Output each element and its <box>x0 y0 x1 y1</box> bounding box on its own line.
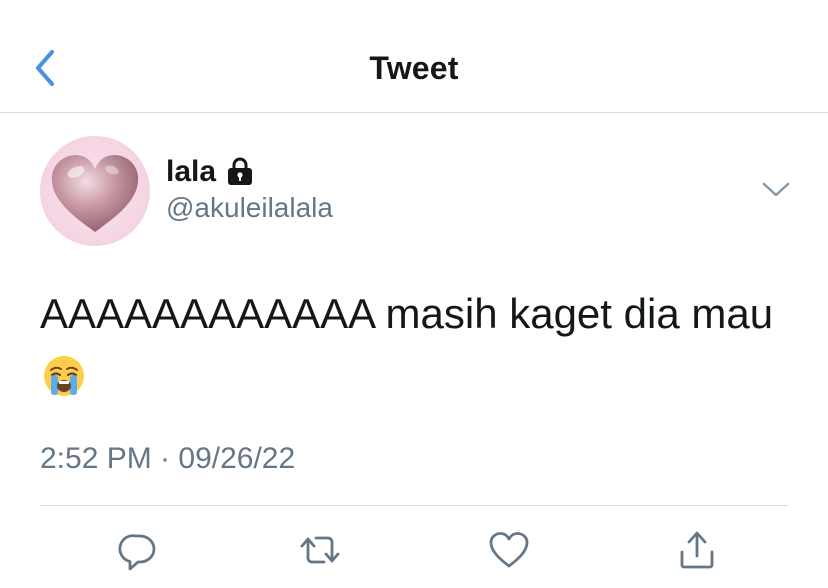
top-bar: Tweet <box>0 0 828 113</box>
author-handle[interactable]: @akuleilalala <box>166 192 333 224</box>
retweet-icon <box>300 536 340 564</box>
share-icon <box>680 531 714 569</box>
retweet-button[interactable] <box>298 528 342 572</box>
like-button[interactable] <box>487 528 531 572</box>
page-title: Tweet <box>369 50 459 86</box>
loudly-crying-face-emoji <box>42 352 86 396</box>
reply-icon <box>118 534 156 571</box>
tweet-timestamp: 2:52 PM · 09/26/22 <box>40 442 296 475</box>
tweet-body: AAAAAAAAAAAA masih kaget dia mau <box>40 282 800 410</box>
reply-button[interactable] <box>116 528 160 572</box>
lock-icon <box>226 157 254 187</box>
share-button[interactable] <box>675 528 719 572</box>
tweet-text: AAAAAAAAAAAA masih kaget dia mau <box>40 290 774 337</box>
like-icon <box>489 532 529 568</box>
author-name-row: lala <box>166 152 254 192</box>
avatar[interactable] <box>40 136 150 246</box>
chevron-down-icon <box>762 182 790 197</box>
heart-icon <box>51 154 139 232</box>
author-name[interactable]: lala <box>166 155 216 189</box>
tweet-menu-button[interactable] <box>760 178 792 202</box>
divider <box>40 505 788 506</box>
